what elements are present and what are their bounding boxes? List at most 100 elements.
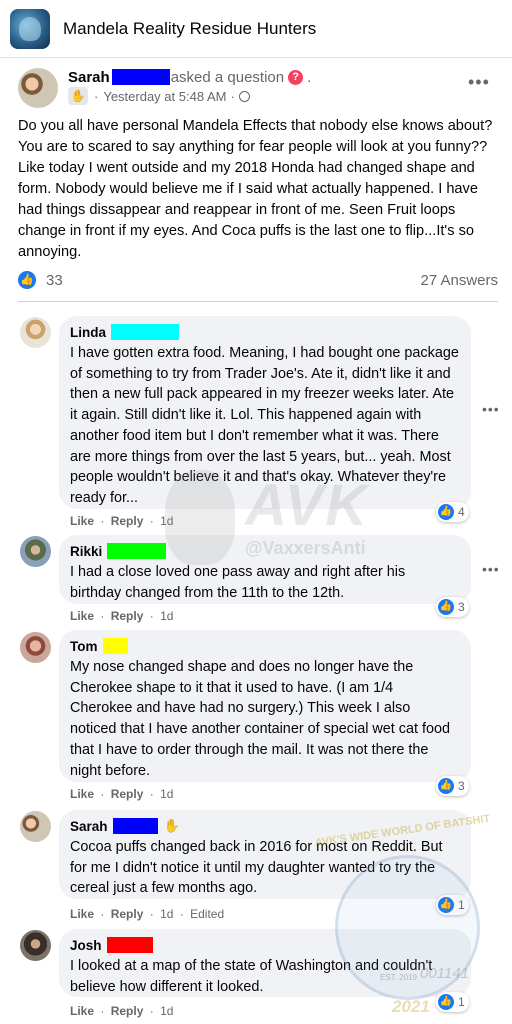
avatar[interactable] [20,930,51,961]
comment-bubble: Tom My nose changed shape and does no lo… [59,630,471,782]
comment-actions: Like · Reply · 1d [70,514,173,528]
group-header: Mandela Reality Residue Hunters [0,0,512,58]
post-author-line: Sarah asked a question ? . [68,68,311,86]
comment-text: I had a close loved one pass away and ri… [70,564,406,601]
comment-author-name[interactable]: Tom [70,639,98,654]
reaction-badge[interactable]: 👍 4 [436,502,469,522]
like-icon: 👍 [438,599,454,615]
redaction-bar [102,638,128,654]
action-separator: · [149,1004,154,1018]
redaction-bar [112,818,158,834]
like-link[interactable]: Like [70,787,94,801]
comment-text: I looked at a map of the state of Washin… [70,958,433,995]
comment-author-line: Tom [70,637,459,655]
action-separator: · [100,787,105,801]
redaction-bar [107,543,167,559]
answers-count[interactable]: 27 Answers [420,272,498,289]
action-separator: · [100,1004,105,1018]
reaction-count: 3 [458,600,465,614]
action-separator: · [149,514,154,528]
comment-age[interactable]: 1d [160,787,173,801]
comment-text: I have gotten extra food. Meaning, I had… [70,345,459,506]
post-likes[interactable]: 👍 33 [18,271,63,289]
comment-author-name[interactable]: Sarah [70,819,108,834]
comment-author-line: Rikki [70,542,459,560]
post-more-options-button[interactable]: ••• [468,72,490,93]
reaction-badge[interactable]: 👍 3 [436,776,469,796]
comment-age[interactable]: 1d [160,609,173,623]
edited-label[interactable]: Edited [190,907,224,921]
divider [18,301,498,302]
comment-actions: Like · Reply · 1d · Edited [70,907,224,921]
post-timestamp[interactable]: Yesterday at 5:48 AM [103,89,226,104]
reaction-count: 1 [458,995,465,1009]
post-body: Do you all have personal Mandela Effects… [18,118,493,260]
meta-separator: · [94,88,99,104]
action-separator: · [100,907,105,921]
comment-more-options-button[interactable]: ••• [482,561,500,577]
post-action-text: asked a question [170,68,285,86]
reaction-count: 3 [458,779,465,793]
reply-link[interactable]: Reply [111,609,144,623]
public-globe-icon [238,90,250,102]
comment-age[interactable]: 1d [160,1004,173,1018]
comment-actions: Like · Reply · 1d [70,787,173,801]
post-stats: 👍 33 27 Answers [18,268,498,292]
like-link[interactable]: Like [70,907,94,921]
group-name[interactable]: Mandela Reality Residue Hunters [63,19,316,39]
reaction-badge[interactable]: 👍 1 [436,895,469,915]
action-separator: · [149,609,154,623]
like-icon: 👍 [438,897,454,913]
comment-age[interactable]: 1d [160,907,173,921]
comment-bubble: Sarah ✋ Cocoa puffs changed back in 2016… [59,810,471,899]
comment-author-name[interactable]: Rikki [70,544,102,559]
reply-link[interactable]: Reply [111,907,144,921]
reply-link[interactable]: Reply [111,787,144,801]
like-icon: 👍 [18,271,36,289]
comment-age[interactable]: 1d [160,514,173,528]
comment-bubble: Josh I looked at a map of the state of W… [59,929,471,997]
reaction-count: 4 [458,505,465,519]
comment-author-line: Josh [70,936,459,954]
comment-author-name[interactable]: Linda [70,325,106,340]
reply-link[interactable]: Reply [111,1004,144,1018]
comment-bubble: Linda I have gotten extra food. Meaning,… [59,316,471,509]
reaction-badge[interactable]: 👍 1 [436,992,469,1012]
post-meta: ✋ · Yesterday at 5:48 AM · [68,87,250,105]
avatar[interactable] [20,536,51,567]
action-separator: · [149,787,154,801]
comment-more-options-button[interactable]: ••• [482,401,500,417]
redaction-bar [106,937,153,953]
avatar[interactable] [20,811,51,842]
like-link[interactable]: Like [70,609,94,623]
group-avatar[interactable] [10,8,50,49]
wave-hand-icon: ✋ [68,87,88,105]
reaction-badge[interactable]: 👍 3 [436,597,469,617]
like-link[interactable]: Like [70,514,94,528]
redaction-bar [111,69,170,85]
action-separator: · [100,609,105,623]
meta-separator: · [230,88,235,104]
like-icon: 👍 [438,778,454,794]
avatar[interactable] [20,317,51,348]
like-count: 33 [46,271,63,289]
comment-text: My nose changed shape and does no longer… [70,659,450,779]
comment-actions: Like · Reply · 1d [70,609,173,623]
trailing-dot: . [307,68,312,86]
comment-actions: Like · Reply · 1d [70,1004,173,1018]
comment-text: Cocoa puffs changed back in 2016 for mos… [70,839,443,897]
action-separator: · [149,907,154,921]
comment-author-line: Linda [70,323,459,341]
avatar[interactable] [18,68,58,108]
wave-hand-icon: ✋ [163,818,180,833]
post-author-name[interactable]: Sarah [68,69,110,86]
comment-author-name[interactable]: Josh [70,938,102,953]
like-icon: 👍 [438,994,454,1010]
avatar[interactable] [20,632,51,663]
seal-year-text: 2021 [392,997,430,1016]
comment-bubble: Rikki I had a close loved one pass away … [59,535,471,604]
like-icon: 👍 [438,504,454,520]
redaction-bar [111,324,179,340]
reply-link[interactable]: Reply [111,514,144,528]
like-link[interactable]: Like [70,1004,94,1018]
